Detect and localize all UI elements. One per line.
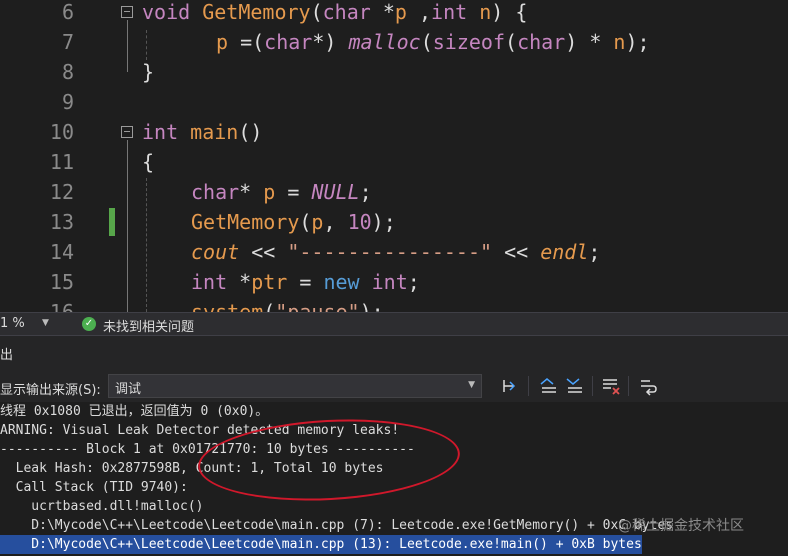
- fold-region-line: [127, 140, 128, 312]
- word-wrap-icon[interactable]: [638, 376, 660, 396]
- code-text: int *ptr = new int;: [191, 270, 420, 294]
- line-number: 14: [49, 240, 74, 264]
- code-text: void GetMemory(char *p ,int n) {: [142, 0, 528, 24]
- chevron-down-icon[interactable]: ▼: [42, 318, 49, 328]
- line-number: 10: [49, 120, 74, 144]
- line-number: 15: [49, 270, 74, 294]
- fold-region-line: [127, 20, 128, 72]
- output-source-value: 调试: [115, 382, 142, 397]
- toolbar-separator: [528, 376, 529, 396]
- toolbar-separator: [628, 376, 629, 396]
- line-number: 16: [49, 300, 74, 312]
- line-number: 12: [49, 180, 74, 204]
- watermark: @稀土掘金技术社区: [618, 518, 744, 534]
- output-line-selected[interactable]: D:\Mycode\C++\Leetcode\Leetcode\main.cpp…: [0, 535, 642, 554]
- output-line[interactable]: 线程 0x1080 已退出，返回值为 0 (0x0)。: [0, 402, 268, 421]
- code-text: int main(): [142, 120, 263, 144]
- next-message-icon[interactable]: [564, 376, 586, 396]
- output-line[interactable]: D:\Mycode\C++\Leetcode\Leetcode\main.cpp…: [0, 516, 673, 535]
- output-line[interactable]: Call Stack (TID 9740):: [0, 478, 188, 497]
- output-source-select[interactable]: 调试 ▼: [108, 374, 482, 398]
- code-line[interactable]: 16: [0, 297, 788, 312]
- code-text: GetMemory(p, 10);: [191, 210, 396, 234]
- code-editor[interactable]: 6 7 8 9 10 11 12 13 14 15 16 void GetMem…: [0, 0, 788, 312]
- code-line[interactable]: 11: [0, 147, 788, 177]
- toolbar-separator: [592, 376, 593, 396]
- line-number: 8: [61, 60, 74, 84]
- code-line[interactable]: 8: [0, 57, 788, 87]
- indent-guide: [146, 178, 147, 312]
- code-text: p =(char*) malloc(sizeof(char) * n);: [216, 30, 650, 54]
- fold-toggle-icon[interactable]: [121, 6, 133, 18]
- issues-status[interactable]: 未找到相关问题: [103, 316, 194, 335]
- line-number: 11: [49, 150, 74, 174]
- change-marker: [109, 208, 115, 236]
- code-text: {: [142, 150, 155, 174]
- line-number: 9: [61, 90, 74, 114]
- output-source-label: 显示输出来源(S):: [0, 383, 101, 398]
- zoom-level[interactable]: 1 %: [0, 316, 25, 331]
- code-line[interactable]: 10: [0, 117, 788, 147]
- indent-guide: [146, 30, 147, 60]
- code-text: cout << "---------------" << endl;: [191, 240, 601, 264]
- prev-message-icon[interactable]: [538, 376, 560, 396]
- panel-title: 出: [0, 348, 14, 363]
- code-line[interactable]: 9: [0, 87, 788, 117]
- line-number: 13: [49, 210, 74, 234]
- line-number: 7: [61, 30, 74, 54]
- editor-status-bar: 1 % ▼ ✓ 未找到相关问题: [0, 312, 788, 336]
- code-text: char* p = NULL;: [191, 180, 372, 204]
- chevron-down-icon: ▼: [468, 380, 475, 390]
- check-circle-icon: ✓: [82, 317, 96, 331]
- fold-toggle-icon[interactable]: [121, 126, 133, 138]
- line-number: 6: [61, 0, 74, 24]
- clear-all-icon[interactable]: [600, 376, 622, 396]
- code-text: }: [142, 60, 155, 84]
- output-line[interactable]: ucrtbased.dll!malloc(): [0, 497, 203, 516]
- code-text: system("pause");: [191, 300, 384, 312]
- find-message-icon[interactable]: [500, 376, 522, 396]
- code-line[interactable]: 12: [0, 177, 788, 207]
